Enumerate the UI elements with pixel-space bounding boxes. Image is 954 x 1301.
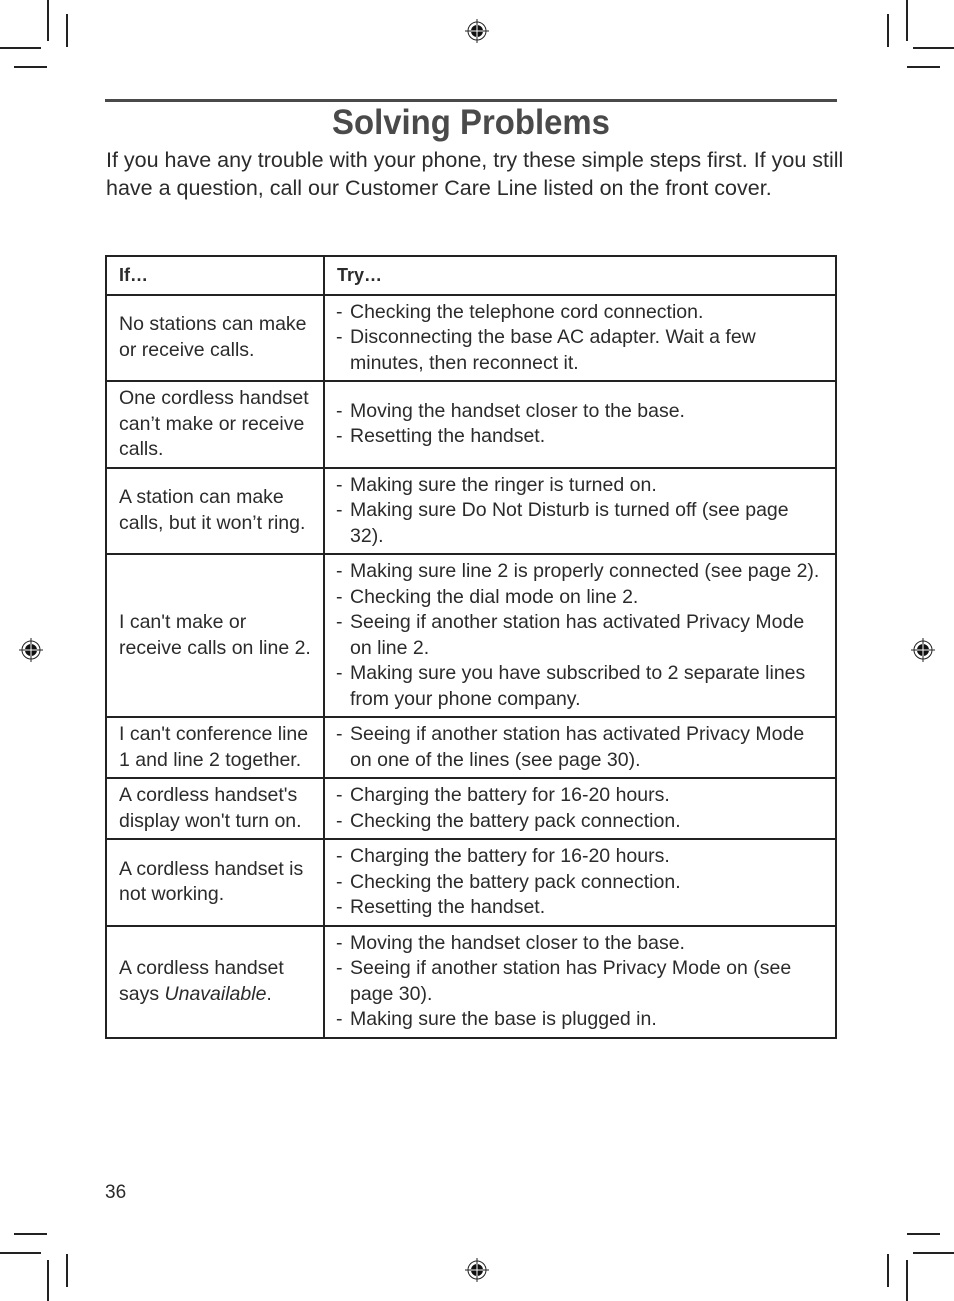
- intro-paragraph: If you have any trouble with your phone,…: [106, 148, 844, 200]
- solution-step: Seeing if another station has activated …: [336, 722, 827, 773]
- crop-mark-bl-v2: [66, 1254, 68, 1287]
- problem-cell: A cordless handset's display won't turn …: [105, 777, 325, 840]
- crop-mark-br-h2: [907, 1233, 940, 1235]
- solution-step: Making sure Do Not Disturb is turned off…: [336, 498, 827, 549]
- table-row: A cordless handset says Unavailable.Movi…: [105, 924, 837, 1039]
- solution-step: Disconnecting the base AC adapter. Wait …: [336, 325, 827, 376]
- crop-mark-tl-h2: [14, 66, 47, 68]
- crop-mark-tl-v1: [47, 0, 49, 41]
- solution-list: Seeing if another station has activated …: [336, 722, 827, 773]
- solution-list: Charging the battery for 16-20 hours.Che…: [336, 783, 827, 834]
- solution-cell: Making sure line 2 is properly connected…: [323, 553, 837, 718]
- solution-step: Checking the dial mode on line 2.: [336, 585, 827, 611]
- solution-step: Resetting the handset.: [336, 895, 827, 921]
- crop-mark-tr-h2: [907, 66, 940, 68]
- solution-step: Moving the handset closer to the base.: [336, 399, 827, 425]
- registration-crosshair-icon: [911, 638, 935, 662]
- crop-mark-tr-v1: [906, 0, 908, 41]
- solution-cell: Charging the battery for 16-20 hours.Che…: [323, 838, 837, 927]
- solution-cell: Making sure the ringer is turned on.Maki…: [323, 466, 837, 555]
- solution-step: Checking the telephone cord connection.: [336, 300, 827, 326]
- problem-cell: A cordless handset is not working.: [105, 838, 325, 927]
- problem-text-suffix: .: [266, 982, 272, 1005]
- solution-list: Moving the handset closer to the base.Re…: [336, 399, 827, 450]
- crop-mark-tl-v2: [66, 14, 68, 47]
- crop-mark-bl-h1: [0, 1252, 41, 1254]
- solution-step: Moving the handset closer to the base.: [336, 931, 827, 957]
- problem-cell: I can't make or receive calls on line 2.: [105, 553, 325, 718]
- crop-mark-br-h1: [913, 1252, 954, 1254]
- solution-step: Seeing if another station has activated …: [336, 610, 827, 661]
- crop-mark-br-v1: [906, 1260, 908, 1301]
- table-row: A station can make calls, but it won’t r…: [105, 466, 837, 555]
- crop-mark-tr-h1: [913, 47, 954, 49]
- problem-cell: A station can make calls, but it won’t r…: [105, 466, 325, 555]
- solution-list: Charging the battery for 16-20 hours.Che…: [336, 844, 827, 921]
- crop-mark-tr-v2: [887, 14, 889, 47]
- solution-list: Making sure the ringer is turned on.Maki…: [336, 473, 827, 550]
- solution-list: Moving the handset closer to the base.Se…: [336, 931, 827, 1033]
- column-header-if: If…: [105, 255, 325, 296]
- table-header-row: If… Try…: [105, 255, 837, 296]
- troubleshooting-table: If… Try… No stations can make or receive…: [105, 255, 837, 1039]
- table-row: A cordless handset is not working.Chargi…: [105, 838, 837, 927]
- column-header-try: Try…: [323, 255, 837, 296]
- solution-step: Seeing if another station has Privacy Mo…: [336, 956, 827, 1007]
- solution-step: Charging the battery for 16-20 hours.: [336, 783, 827, 809]
- solution-step: Resetting the handset.: [336, 424, 827, 450]
- crop-mark-tl-h1: [0, 47, 41, 49]
- table-row: One cordless handset can’t make or recei…: [105, 380, 837, 469]
- solution-step: Making sure you have subscribed to 2 sep…: [336, 661, 827, 712]
- problem-cell: A cordless handset says Unavailable.: [105, 924, 325, 1039]
- solution-cell: Seeing if another station has activated …: [323, 716, 837, 779]
- solution-step: Checking the battery pack connection.: [336, 870, 827, 896]
- table-body: No stations can make or receive calls.Ch…: [105, 293, 837, 1039]
- table-row: A cordless handset's display won't turn …: [105, 777, 837, 840]
- table-row: I can't conference line 1 and line 2 tog…: [105, 716, 837, 779]
- registration-crosshair-icon: [19, 638, 43, 662]
- crop-mark-br-v2: [887, 1254, 889, 1287]
- problem-cell: I can't conference line 1 and line 2 tog…: [105, 716, 325, 779]
- solution-step: Making sure the base is plugged in.: [336, 1007, 827, 1033]
- solution-cell: Moving the handset closer to the base.Se…: [323, 924, 837, 1039]
- crop-mark-bl-v1: [47, 1260, 49, 1301]
- solution-step: Making sure the ringer is turned on.: [336, 473, 827, 499]
- solution-list: Making sure line 2 is properly connected…: [336, 559, 827, 712]
- registration-crosshair-icon: [465, 1258, 489, 1282]
- display-message-text: Unavailable: [164, 982, 267, 1005]
- page-title: Solving Problems: [332, 103, 610, 142]
- solution-step: Making sure line 2 is properly connected…: [336, 559, 827, 585]
- solution-cell: Checking the telephone cord connection.D…: [323, 293, 837, 382]
- solution-step: Charging the battery for 16-20 hours.: [336, 844, 827, 870]
- page-number: 36: [105, 1182, 127, 1203]
- solution-cell: Moving the handset closer to the base.Re…: [323, 380, 837, 469]
- registration-crosshair-icon: [465, 19, 489, 43]
- problem-cell: One cordless handset can’t make or recei…: [105, 380, 325, 469]
- problem-cell: No stations can make or receive calls.: [105, 293, 325, 382]
- solution-step: Checking the battery pack connection.: [336, 809, 827, 835]
- table-row: I can't make or receive calls on line 2.…: [105, 553, 837, 718]
- crop-mark-bl-h2: [14, 1233, 47, 1235]
- solution-list: Checking the telephone cord connection.D…: [336, 300, 827, 377]
- table-row: No stations can make or receive calls.Ch…: [105, 293, 837, 382]
- solution-cell: Charging the battery for 16-20 hours.Che…: [323, 777, 837, 840]
